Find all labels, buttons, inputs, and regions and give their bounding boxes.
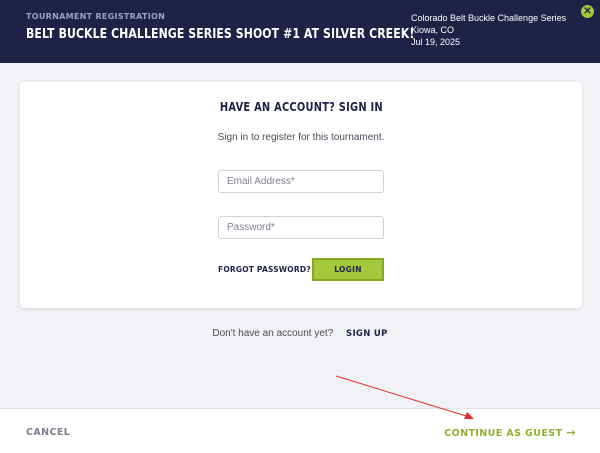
arrow-right-icon: →	[566, 426, 576, 439]
login-button[interactable]: LOGIN	[312, 258, 384, 281]
tournament-title: BELT BUCKLE CHALLENGE SERIES SHOOT #1 AT…	[26, 27, 415, 42]
tournament-location: Kiowa, CO	[411, 25, 455, 35]
signup-link[interactable]: SIGN UP	[346, 329, 388, 339]
signup-prompt: Don't have an account yet?	[212, 328, 334, 339]
close-icon[interactable]: ✕	[581, 5, 594, 18]
password-field[interactable]	[218, 216, 384, 239]
signup-row: Don't have an account yet? SIGN UP	[0, 328, 600, 339]
modal-header: TOURNAMENT REGISTRATION BELT BUCKLE CHAL…	[0, 0, 600, 63]
email-field[interactable]	[218, 170, 384, 193]
forgot-password-link[interactable]: FORGOT PASSWORD?	[218, 265, 311, 274]
tournament-meta: Colorado Belt Buckle Challenge Series Ki…	[411, 12, 566, 48]
continue-as-guest-button[interactable]: CONTINUE AS GUEST →	[444, 426, 576, 439]
tournament-date: Jul 19, 2025	[411, 37, 461, 47]
continue-as-guest-label: CONTINUE AS GUEST	[444, 428, 563, 439]
signin-subtitle: Sign in to register for this tournament.	[217, 132, 385, 143]
modal-footer: CANCEL CONTINUE AS GUEST →	[0, 408, 600, 453]
cancel-button[interactable]: CANCEL	[26, 427, 70, 438]
signin-heading: HAVE AN ACCOUNT? SIGN IN	[20, 100, 582, 114]
signin-card: HAVE AN ACCOUNT? SIGN IN Sign in to regi…	[20, 82, 582, 308]
series-name: Colorado Belt Buckle Challenge Series	[411, 13, 567, 23]
header-kicker: TOURNAMENT REGISTRATION	[26, 12, 166, 21]
signin-heading-text: HAVE AN ACCOUNT? SIGN IN	[219, 100, 383, 114]
